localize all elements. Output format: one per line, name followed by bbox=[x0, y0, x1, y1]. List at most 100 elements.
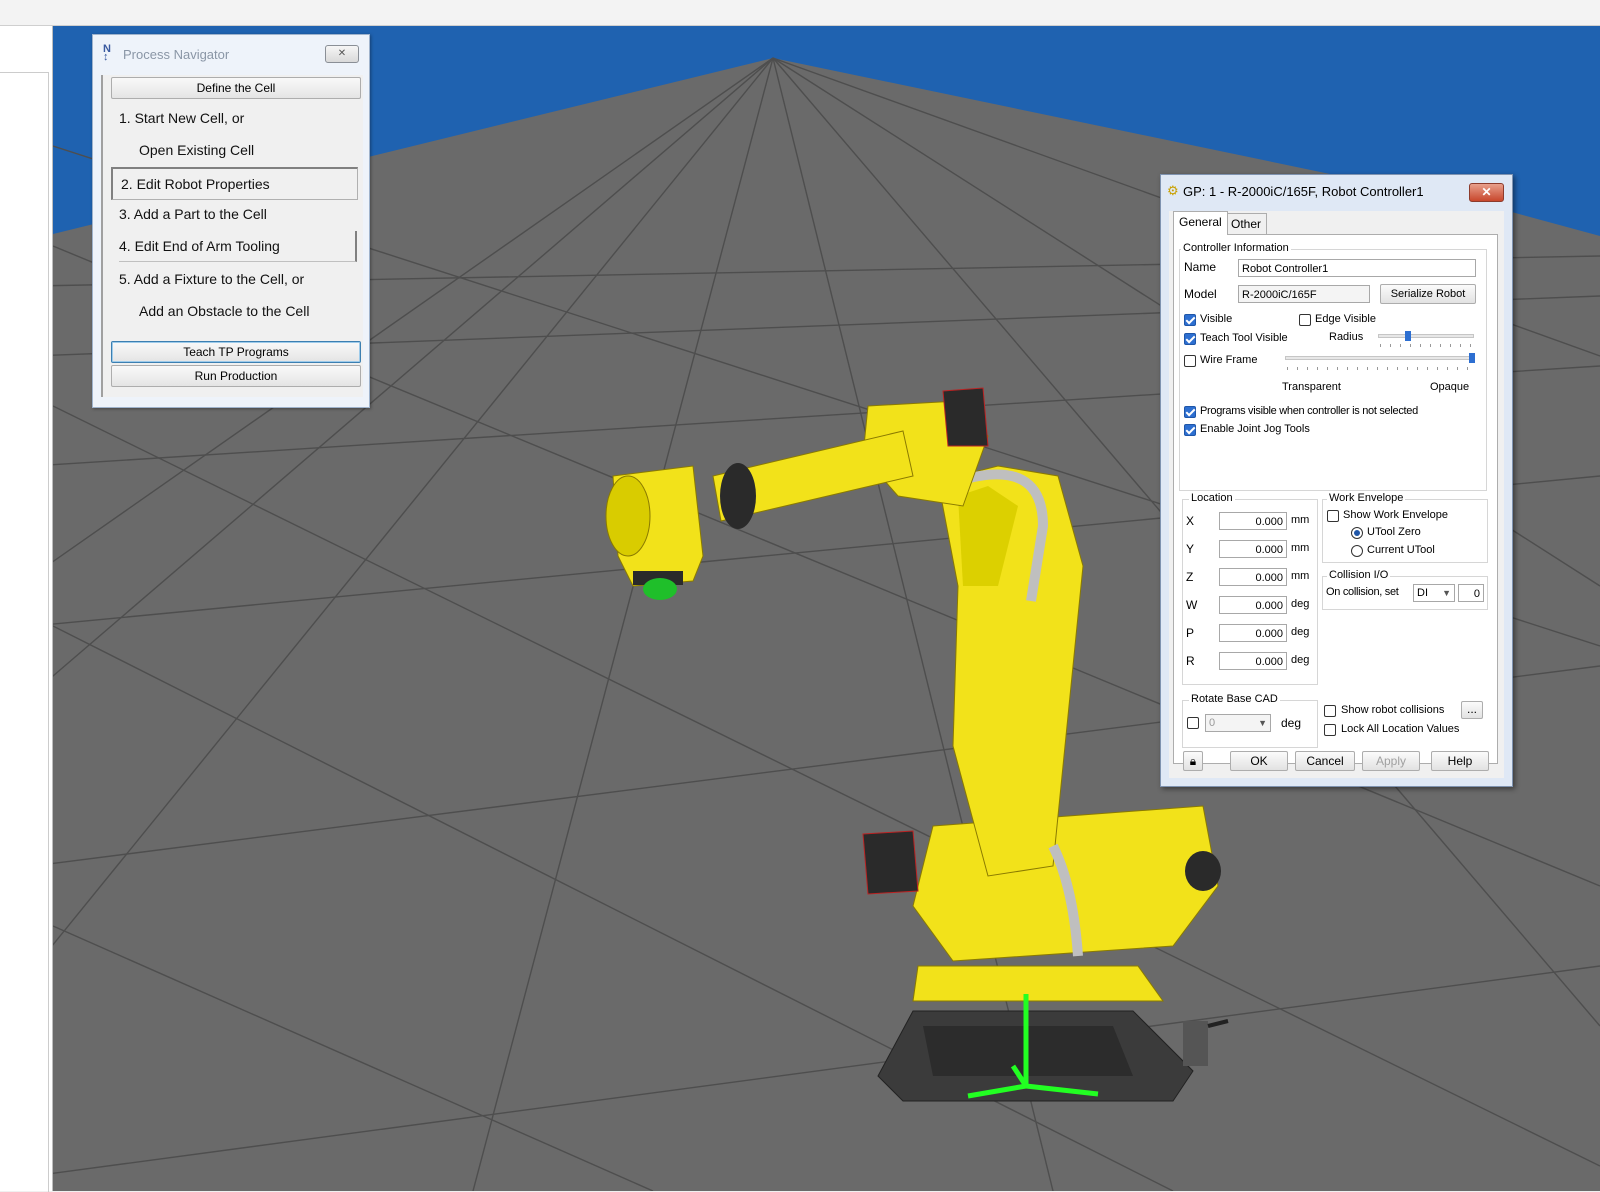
cancel-button[interactable]: Cancel bbox=[1295, 751, 1355, 771]
collision-io-label: Collision I/O bbox=[1327, 569, 1391, 581]
step-start-new-cell[interactable]: 1. Start New Cell, or bbox=[119, 103, 363, 133]
wire-frame-checkbox[interactable] bbox=[1184, 355, 1196, 367]
process-navigator-titlebar[interactable]: N ↕ Process Navigator ✕ bbox=[93, 35, 369, 71]
collision-io-index-field[interactable]: 0 bbox=[1458, 584, 1484, 602]
work-envelope-group: Work Envelope Show Work Envelope UTool Z… bbox=[1322, 492, 1488, 563]
dialog-body: General Other Controller Information Nam… bbox=[1169, 211, 1504, 778]
utool-zero-label: UTool Zero bbox=[1367, 526, 1421, 538]
r-unit: deg bbox=[1291, 654, 1310, 666]
location-label: Location bbox=[1189, 492, 1235, 504]
show-robot-collisions-label: Show robot collisions bbox=[1341, 704, 1445, 716]
rotate-base-checkbox[interactable] bbox=[1187, 717, 1199, 729]
z-unit: mm bbox=[1291, 570, 1310, 582]
wire-frame-label: Wire Frame bbox=[1200, 354, 1258, 366]
visible-label: Visible bbox=[1200, 313, 1233, 325]
y-field[interactable]: 0.000 bbox=[1219, 540, 1287, 558]
on-collision-label: On collision, set bbox=[1326, 586, 1399, 598]
robot-properties-dialog[interactable]: ⚙ GP: 1 - R-2000iC/165F, Robot Controlle… bbox=[1160, 174, 1513, 787]
programs-visible-checkbox[interactable] bbox=[1184, 406, 1196, 418]
process-navigator-window[interactable]: N ↕ Process Navigator ✕ Define the Cell 1… bbox=[92, 34, 370, 408]
process-navigator-title: Process Navigator bbox=[123, 47, 230, 62]
edge-visible-checkbox[interactable] bbox=[1299, 314, 1311, 326]
model-field: R-2000iC/165F bbox=[1238, 285, 1370, 303]
general-tab-panel: Controller Information Name Robot Contro… bbox=[1173, 234, 1498, 764]
programs-visible-label: Programs visible when controller is not … bbox=[1200, 405, 1418, 417]
dialog-titlebar[interactable]: ⚙ GP: 1 - R-2000iC/165F, Robot Controlle… bbox=[1161, 175, 1512, 205]
ok-button[interactable]: OK bbox=[1230, 751, 1288, 771]
opaque-label: Opaque bbox=[1430, 381, 1470, 393]
location-group: Location X 0.000 mm Y 0.000 mm Z 0.000 m… bbox=[1182, 492, 1318, 685]
r-field[interactable]: 0.000 bbox=[1219, 652, 1287, 670]
top-menu-bar bbox=[0, 0, 1600, 26]
navigator-icon: N ↕ bbox=[103, 43, 111, 63]
p-unit: deg bbox=[1291, 626, 1310, 638]
y-label: Y bbox=[1186, 542, 1195, 556]
robot-icon: ⚙ bbox=[1167, 183, 1179, 198]
radius-slider-thumb[interactable] bbox=[1405, 331, 1411, 341]
step-add-obstacle[interactable]: Add an Obstacle to the Cell bbox=[139, 296, 383, 326]
rotate-base-select[interactable]: 0 ▼ bbox=[1205, 714, 1271, 732]
radius-label: Radius bbox=[1329, 331, 1364, 343]
utool-zero-radio[interactable] bbox=[1351, 527, 1363, 539]
define-cell-button[interactable]: Define the Cell bbox=[111, 77, 361, 99]
z-label: Z bbox=[1186, 570, 1194, 584]
rotate-base-label: Rotate Base CAD bbox=[1189, 693, 1280, 705]
w-unit: deg bbox=[1291, 598, 1310, 610]
collision-io-type-value: DI bbox=[1417, 587, 1428, 599]
z-field[interactable]: 0.000 bbox=[1219, 568, 1287, 586]
collision-more-button[interactable]: ... bbox=[1461, 701, 1483, 719]
show-work-envelope-label: Show Work Envelope bbox=[1343, 509, 1448, 521]
show-work-envelope-checkbox[interactable] bbox=[1327, 510, 1339, 522]
current-utool-radio[interactable] bbox=[1351, 545, 1363, 557]
serialize-robot-button[interactable]: Serialize Robot bbox=[1380, 284, 1476, 304]
work-envelope-label: Work Envelope bbox=[1327, 492, 1406, 504]
chevron-down-icon: ▼ bbox=[1258, 718, 1267, 728]
close-icon[interactable]: ✕ bbox=[325, 45, 359, 63]
step-edit-eoat[interactable]: 4. Edit End of Arm Tooling bbox=[119, 231, 357, 262]
rotate-base-group: Rotate Base CAD 0 ▼ deg bbox=[1182, 693, 1318, 748]
name-field[interactable]: Robot Controller1 bbox=[1238, 259, 1476, 277]
p-field[interactable]: 0.000 bbox=[1219, 624, 1287, 642]
x-label: X bbox=[1186, 514, 1195, 528]
left-panel bbox=[0, 26, 53, 1192]
lock-location-values-checkbox[interactable] bbox=[1324, 724, 1336, 736]
edge-visible-label: Edge Visible bbox=[1315, 313, 1376, 325]
rotate-base-value: 0 bbox=[1209, 717, 1216, 729]
w-label: W bbox=[1186, 598, 1198, 612]
model-label: Model bbox=[1184, 287, 1217, 301]
step-add-part[interactable]: 3. Add a Part to the Cell bbox=[119, 199, 363, 229]
opacity-ticks bbox=[1287, 367, 1475, 370]
process-navigator-body: Define the Cell 1. Start New Cell, or Op… bbox=[101, 75, 363, 397]
tab-other[interactable]: Other bbox=[1225, 213, 1268, 234]
show-robot-collisions-checkbox[interactable] bbox=[1324, 705, 1336, 717]
x-field[interactable]: 0.000 bbox=[1219, 512, 1287, 530]
w-field[interactable]: 0.000 bbox=[1219, 596, 1287, 614]
close-icon[interactable]: ✕ bbox=[1469, 183, 1504, 202]
collision-io-group: Collision I/O On collision, set DI ▼ 0 bbox=[1322, 569, 1488, 610]
rotate-base-unit: deg bbox=[1281, 716, 1302, 730]
radius-ticks bbox=[1380, 344, 1474, 347]
transparent-label: Transparent bbox=[1282, 381, 1341, 393]
r-label: R bbox=[1186, 654, 1195, 668]
left-panel-tree[interactable] bbox=[0, 72, 49, 1192]
lock-button[interactable]: 🔒︎ bbox=[1183, 751, 1203, 771]
run-production-button[interactable]: Run Production bbox=[111, 365, 361, 387]
radius-slider[interactable] bbox=[1378, 334, 1474, 338]
opacity-slider[interactable] bbox=[1285, 356, 1475, 360]
step-add-fixture[interactable]: 5. Add a Fixture to the Cell, or bbox=[119, 264, 363, 294]
tab-general[interactable]: General bbox=[1173, 211, 1228, 235]
controller-information-label: Controller Information bbox=[1181, 242, 1291, 254]
step-open-existing-cell[interactable]: Open Existing Cell bbox=[139, 135, 383, 165]
dialog-title: GP: 1 - R-2000iC/165F, Robot Controller1 bbox=[1183, 184, 1424, 199]
collision-io-type-select[interactable]: DI ▼ bbox=[1413, 584, 1455, 602]
teach-tp-programs-button[interactable]: Teach TP Programs bbox=[111, 341, 361, 363]
visible-checkbox[interactable] bbox=[1184, 314, 1196, 326]
teach-tool-visible-checkbox[interactable] bbox=[1184, 333, 1196, 345]
help-button[interactable]: Help bbox=[1431, 751, 1489, 771]
lock-location-values-label: Lock All Location Values bbox=[1341, 723, 1460, 735]
joint-jog-checkbox[interactable] bbox=[1184, 424, 1196, 436]
apply-button[interactable]: Apply bbox=[1362, 751, 1420, 771]
step-edit-robot-properties[interactable]: 2. Edit Robot Properties bbox=[111, 167, 358, 200]
y-unit: mm bbox=[1291, 542, 1310, 554]
opacity-slider-thumb[interactable] bbox=[1469, 353, 1475, 363]
